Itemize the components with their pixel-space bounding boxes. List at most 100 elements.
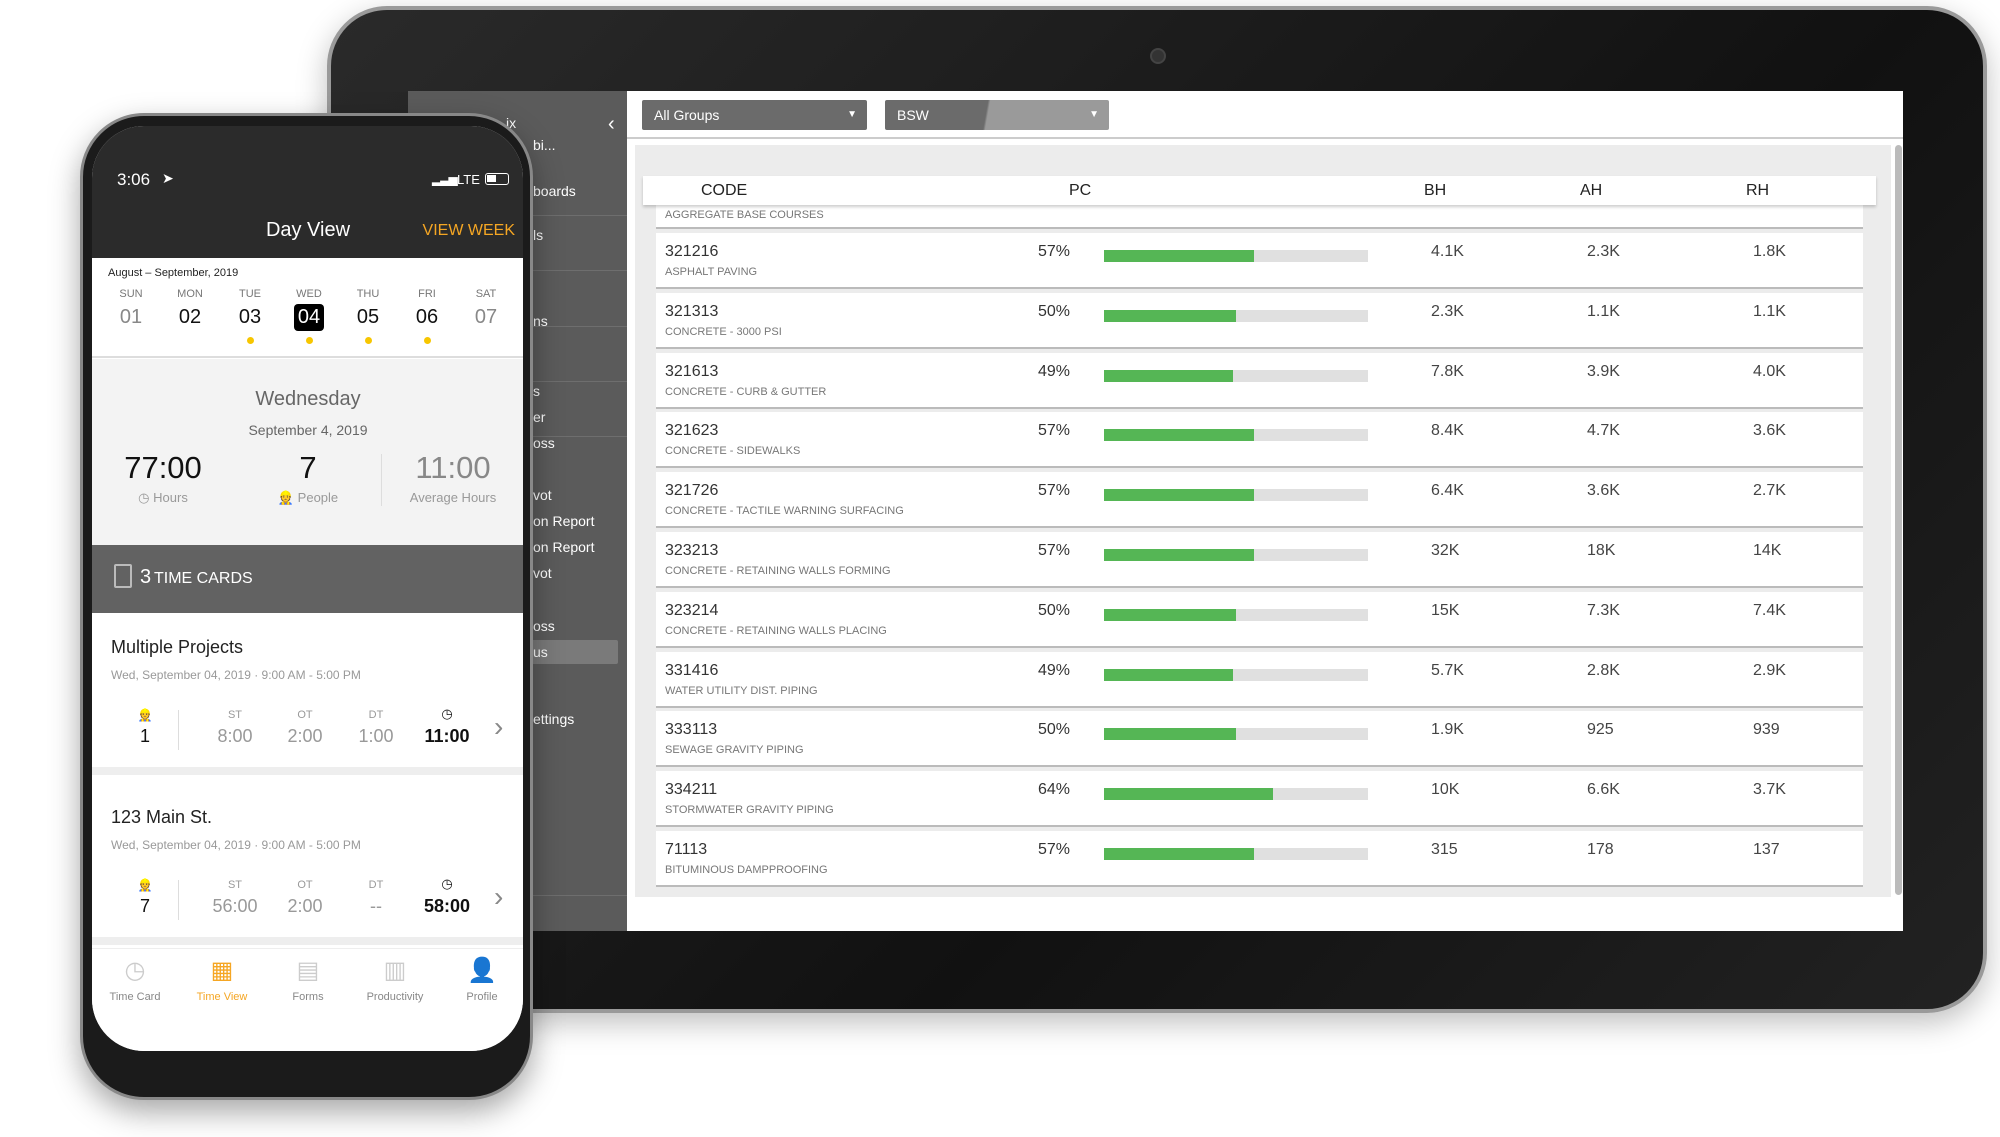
tablet-screen: ‹ ix bi... boards ls ns s er oss vot on Report on … bbox=[408, 91, 1903, 931]
sidebar-item[interactable]: ns bbox=[533, 313, 548, 329]
table-row[interactable]: 323213 CONCRETE - RETAINING WALLS FORMING… bbox=[656, 532, 1863, 588]
summary-date: September 4, 2019 bbox=[248, 422, 368, 438]
view-week-button[interactable]: VIEW WEEK bbox=[423, 222, 515, 240]
worker-icon: 👷 bbox=[277, 490, 298, 505]
table-row[interactable]: 334211 STORMWATER GRAVITY PIPING 64% 10K 6.6… bbox=[656, 771, 1863, 828]
table-row[interactable]: 321216 ASPHALT PAVING 57% 4.1K 2.3K 1.8K bbox=[656, 233, 1863, 289]
table-row[interactable]: 321726 CONCRETE - TACTILE WARNING SURFACI… bbox=[656, 472, 1863, 529]
card-st-hours: 56:00 bbox=[212, 896, 258, 916]
chevron-right-icon[interactable]: › bbox=[494, 711, 503, 743]
row-ah: 2.8K bbox=[1587, 661, 1620, 679]
row-description: CONCRETE - 3000 PSI bbox=[665, 325, 782, 338]
col-pc[interactable]: PC bbox=[1069, 182, 1091, 200]
row-code: 331416 bbox=[665, 661, 719, 679]
card-subtitle: Wed, September 04, 2019 · 9:00 AM - 5:00… bbox=[111, 668, 361, 682]
activity-dot bbox=[305, 337, 313, 344]
calendar-day[interactable]: FRI 06 bbox=[397, 288, 457, 348]
row-rh: 4.0K bbox=[1753, 362, 1786, 380]
row-bh: 15K bbox=[1431, 601, 1460, 619]
calendar-day[interactable]: SUN 01 bbox=[101, 288, 161, 348]
row-code: 321216 bbox=[665, 243, 719, 260]
calendar-day[interactable]: THU 05 bbox=[338, 288, 398, 348]
card-ot-hours: 2:00 bbox=[287, 896, 323, 916]
table-row[interactable]: 71113 BITUMINOUS DAMPPROOFING 57% 315 178 137 bbox=[656, 831, 1863, 887]
pc-progress-fill bbox=[1104, 429, 1255, 442]
pc-progress-fill bbox=[1104, 848, 1255, 860]
row-code: 323214 bbox=[665, 601, 719, 619]
col-rh[interactable]: RH bbox=[1746, 182, 1769, 200]
sidebar-item[interactable]: us bbox=[533, 644, 548, 660]
row-description: ASPHALT PAVING bbox=[665, 266, 758, 278]
sidebar-item[interactable]: vot bbox=[533, 565, 552, 581]
row-ah: 4.7K bbox=[1587, 422, 1620, 440]
sidebar-item[interactable]: boards bbox=[533, 183, 576, 199]
row-bh: 315 bbox=[1431, 841, 1458, 858]
table-row[interactable]: 323214 CONCRETE - RETAINING WALLS PLACING… bbox=[656, 591, 1863, 648]
time-card[interactable]: Multiple Projects Wed, September 04, 2019… bbox=[92, 613, 523, 775]
table-scrollbar[interactable] bbox=[1895, 145, 1902, 895]
project-dropdown-value: BSW bbox=[897, 107, 929, 123]
calendar-day[interactable]: TUE 03 bbox=[220, 288, 280, 348]
row-bh: 7.8K bbox=[1431, 362, 1464, 380]
col-ah[interactable]: AH bbox=[1580, 182, 1602, 200]
summary-divider bbox=[381, 454, 382, 506]
clock-icon: ◷ bbox=[441, 706, 453, 721]
table-row[interactable]: 331416 WATER UTILITY DIST. PIPING 49% 5.7K 2… bbox=[656, 651, 1863, 708]
sidebar-item[interactable]: vot bbox=[533, 487, 552, 503]
table-row-partial[interactable]: AGGREGATE BASE COURSES bbox=[656, 205, 1863, 229]
pc-progress-fill bbox=[1104, 250, 1255, 262]
day-number: 06 bbox=[415, 306, 439, 328]
table-row[interactable]: 321613 CONCRETE - CURB & GUTTER 49% 7.8K 3.9… bbox=[656, 352, 1863, 409]
row-ah: 925 bbox=[1587, 721, 1614, 739]
tab-productivity[interactable]: ▥ Productivity bbox=[350, 956, 440, 1026]
sidebar-item[interactable]: oss bbox=[533, 618, 555, 634]
tab-label: Forms bbox=[292, 991, 324, 1003]
sidebar-item[interactable]: on Report bbox=[533, 539, 594, 555]
row-description: CONCRETE - RETAINING WALLS FORMING bbox=[665, 565, 891, 577]
clipboard-icon bbox=[114, 564, 132, 588]
card-st-label: ST bbox=[227, 879, 243, 891]
forms-icon: ▤ bbox=[296, 957, 320, 984]
calendar-day[interactable]: MON 02 bbox=[160, 288, 220, 348]
caret-down-icon: ▼ bbox=[847, 109, 857, 120]
sidebar-item[interactable]: er bbox=[533, 409, 545, 425]
calendar-day[interactable]: SAT 07 bbox=[456, 288, 516, 348]
table-row[interactable]: 333113 SEWAGE GRAVITY PIPING 50% 1.9K 925 939 bbox=[656, 711, 1863, 768]
tab-time-card[interactable]: ◷ Time Card bbox=[92, 956, 180, 1026]
people-count: 7 bbox=[299, 450, 317, 485]
row-description: BITUMINOUS DAMPPROOFING bbox=[665, 864, 828, 876]
row-pc: 57% bbox=[1038, 542, 1071, 559]
chevron-left-icon[interactable]: ‹ bbox=[608, 113, 615, 136]
table-header: CODE PC BH AH RH bbox=[643, 176, 1876, 205]
table-row[interactable]: 321313 CONCRETE - 3000 PSI 50% 2.3K 1.1K 1.1K bbox=[656, 292, 1863, 349]
tab-forms[interactable]: ▤ Forms bbox=[263, 956, 353, 1026]
pc-progress-bar bbox=[1104, 369, 1368, 382]
day-number: 02 bbox=[178, 306, 202, 328]
sidebar-item[interactable]: on Report bbox=[533, 513, 594, 529]
tab-profile[interactable]: 👤 Profile bbox=[437, 956, 523, 1026]
pc-progress-bar bbox=[1104, 429, 1368, 442]
table-row[interactable]: 321623 CONCRETE - SIDEWALKS 57% 8.4K 4.7K 3.6… bbox=[656, 412, 1863, 469]
group-dropdown[interactable]: All Groups ▼ bbox=[642, 100, 867, 130]
activity-dot bbox=[246, 337, 254, 344]
sidebar-item[interactable]: oss bbox=[533, 435, 555, 451]
row-rh: 137 bbox=[1753, 841, 1780, 858]
sidebar-item[interactable]: bi... bbox=[533, 137, 556, 153]
chevron-right-icon[interactable]: › bbox=[494, 881, 503, 913]
row-rh: 1.1K bbox=[1753, 302, 1786, 320]
tab-label: Productivity bbox=[366, 991, 424, 1003]
sidebar-item[interactable]: ettings bbox=[533, 711, 574, 727]
time-card[interactable]: 123 Main St. Wed, September 04, 2019 · 9:… bbox=[92, 783, 523, 945]
calendar-day[interactable]: WED 04 bbox=[279, 288, 339, 348]
sidebar-item[interactable]: ls bbox=[533, 227, 543, 243]
project-dropdown[interactable]: BSW ▼ bbox=[885, 100, 1109, 130]
row-pc: 57% bbox=[1038, 482, 1071, 500]
col-code[interactable]: CODE bbox=[701, 182, 747, 200]
tab-time-view[interactable]: ▦ Time View bbox=[177, 956, 267, 1026]
row-code: 71113 bbox=[665, 841, 708, 858]
pc-progress-bar bbox=[1104, 728, 1368, 741]
sidebar-item[interactable]: s bbox=[533, 383, 540, 399]
day-of-week: FRI bbox=[418, 288, 436, 300]
col-bh[interactable]: BH bbox=[1424, 182, 1446, 200]
row-pc: 49% bbox=[1038, 661, 1071, 679]
